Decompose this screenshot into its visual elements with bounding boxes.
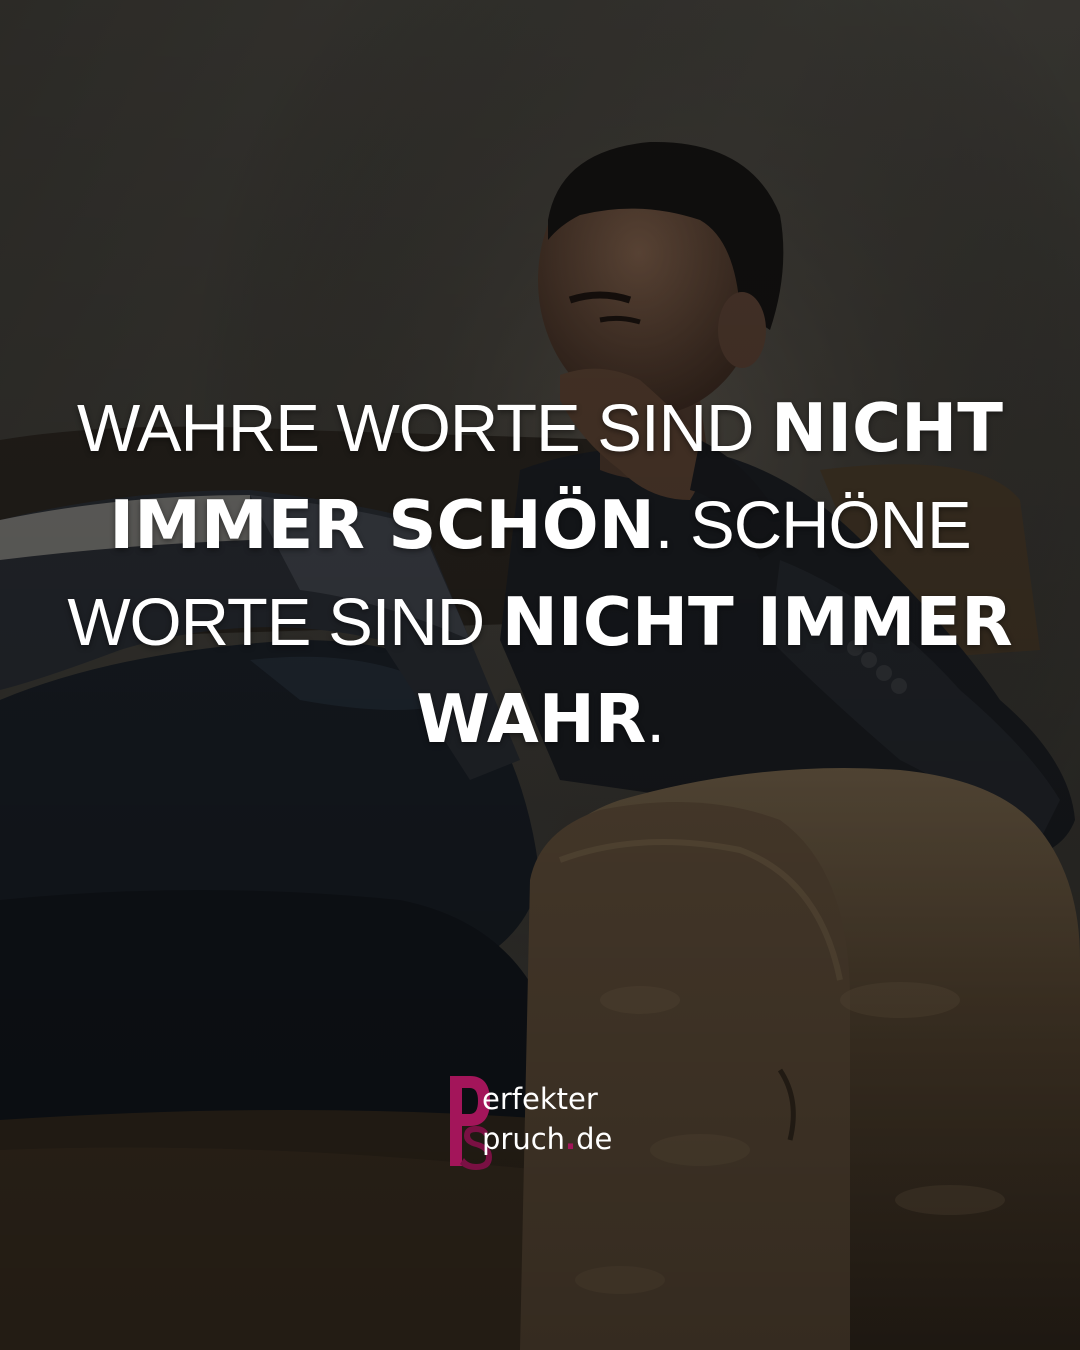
quote-card: Wahre Worte sind nicht immer schön. Schö… [0,0,1080,1350]
logo-line-2: pruch.de [482,1122,612,1156]
quote-segment: . [646,682,665,757]
quote-text: Wahre Worte sind nicht immer schön. Schö… [60,380,1020,768]
logo-word: pruch [482,1122,566,1156]
brand-logo: erfekter pruch.de [448,1074,638,1170]
quote-segment-emphasis: nicht immer wahr [415,583,1013,758]
quote-segment: Wahre Worte sind [77,391,771,466]
logo-line-1: erfekter [482,1082,598,1116]
logo-tld: de [576,1122,613,1156]
logo-dot: . [565,1122,577,1156]
